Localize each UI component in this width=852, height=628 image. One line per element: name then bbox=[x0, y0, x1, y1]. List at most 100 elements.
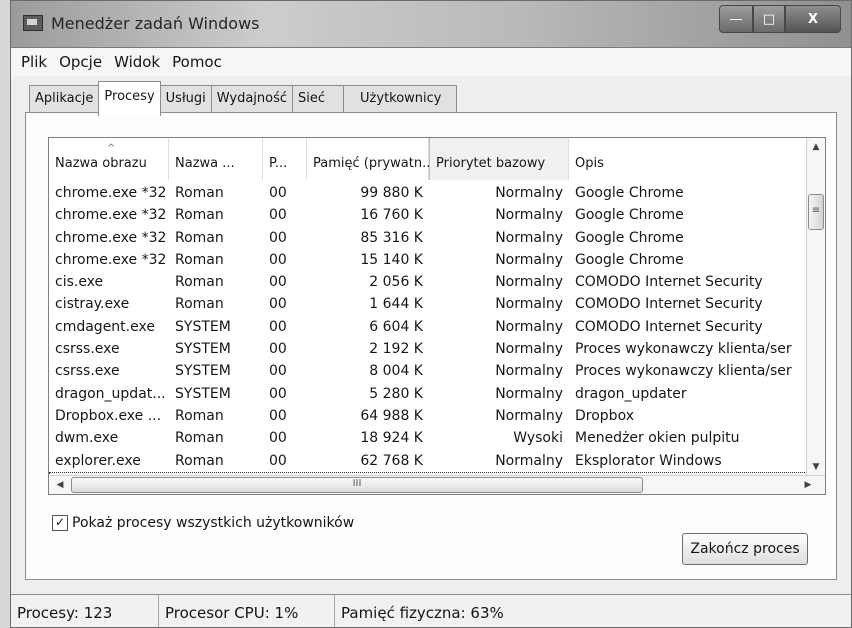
menu-options[interactable]: Opcje bbox=[53, 48, 108, 71]
process-row[interactable]: dragon_updat... SYSTEM 00 5 280 K Normalny dr… bbox=[49, 383, 807, 405]
cell-session: 00 bbox=[269, 229, 287, 246]
show-all-processes-checkbox[interactable]: ✓ bbox=[52, 515, 68, 531]
cell-priority: Normalny bbox=[495, 341, 563, 358]
cell-priority: Normalny bbox=[495, 207, 563, 224]
cell-priority: Normalny bbox=[495, 251, 563, 268]
process-row[interactable]: dwm.exe Roman 00 18 924 K Wysoki Menedżer oki… bbox=[49, 427, 807, 449]
cell-session: 00 bbox=[269, 318, 287, 335]
status-process-count: Procesy: 123 bbox=[11, 595, 159, 627]
cell-user-name: SYSTEM bbox=[175, 318, 231, 335]
end-process-button[interactable]: Zakończ proces bbox=[682, 533, 808, 565]
menu-help[interactable]: Pomoc bbox=[166, 48, 228, 71]
close-button[interactable]: X bbox=[785, 5, 841, 33]
cell-description: Google Chrome bbox=[575, 185, 684, 201]
tab-performance[interactable]: Wydajność bbox=[210, 85, 294, 114]
scroll-down-icon[interactable]: ▼ bbox=[807, 458, 825, 476]
cell-memory: 16 760 K bbox=[360, 207, 423, 224]
cell-priority: Normalny bbox=[495, 318, 563, 335]
column-description[interactable]: Opis bbox=[569, 138, 807, 180]
cell-image-name: csrss.exe bbox=[55, 341, 120, 358]
cell-image-name: chrome.exe *32 bbox=[55, 229, 167, 246]
process-row[interactable]: explorer.exe Roman 00 62 768 K Normalny Ekspl… bbox=[49, 450, 807, 472]
cell-user-name: Roman bbox=[175, 452, 224, 469]
cell-description: COMODO Internet Security bbox=[575, 296, 763, 313]
cell-user-name: Roman bbox=[175, 207, 224, 224]
process-row[interactable]: cistray.exe Roman 00 1 644 K Normalny COMODO … bbox=[49, 293, 807, 315]
menu-file[interactable]: Plik bbox=[11, 48, 53, 71]
vertical-scroll-thumb[interactable]: ≡ bbox=[808, 194, 824, 230]
cell-description: Proces wykonawczy klienta/ser bbox=[575, 341, 792, 358]
cell-description: COMODO Internet Security bbox=[575, 274, 763, 291]
menu-view[interactable]: Widok bbox=[108, 48, 166, 71]
scroll-left-icon[interactable]: ◀ bbox=[51, 476, 69, 494]
column-image-name[interactable]: ^ Nazwa obrazu bbox=[49, 138, 169, 180]
cell-description: dragon_updater bbox=[575, 385, 687, 402]
cell-user-name: SYSTEM bbox=[175, 385, 231, 402]
cell-priority: Normalny bbox=[495, 274, 563, 291]
cell-memory: 99 880 K bbox=[360, 185, 423, 201]
cell-user-name: Roman bbox=[175, 274, 224, 291]
cell-description: Google Chrome bbox=[575, 207, 684, 224]
cell-user-name: Roman bbox=[175, 251, 224, 268]
show-all-processes-label: Pokaż procesy wszystkich użytkowników bbox=[72, 515, 355, 531]
cell-image-name: Dropbox.exe ... bbox=[55, 407, 162, 424]
column-session[interactable]: P... bbox=[263, 138, 307, 180]
vertical-scrollbar[interactable]: ▲ ≡ ▼ bbox=[806, 138, 825, 476]
process-row[interactable]: chrome.exe *32 Roman 00 99 880 K Normalny Goo… bbox=[49, 182, 807, 204]
tab-processes[interactable]: Procesy bbox=[98, 81, 161, 116]
cell-description: Proces wykonawczy klienta/ser bbox=[575, 363, 792, 380]
cell-user-name: Roman bbox=[175, 229, 224, 246]
cell-description: COMODO Internet Security bbox=[575, 318, 763, 335]
maximize-button[interactable]: □ bbox=[753, 5, 785, 33]
show-all-processes-option[interactable]: ✓ Pokaż procesy wszystkich użytkowników bbox=[52, 515, 354, 531]
process-row[interactable]: chrome.exe *32 Roman 00 85 316 K Normalny Goo… bbox=[49, 227, 807, 249]
cell-memory: 64 988 K bbox=[360, 407, 423, 424]
cell-memory: 2 056 K bbox=[369, 274, 423, 291]
cell-memory: 85 316 K bbox=[360, 229, 423, 246]
horizontal-scrollbar[interactable]: ◀ III ▶ bbox=[49, 475, 825, 494]
cell-priority: Wysoki bbox=[513, 430, 563, 447]
process-row[interactable]: csrss.exe SYSTEM 00 8 004 K Normalny Proces w… bbox=[49, 360, 807, 382]
process-row[interactable]: cis.exe Roman 00 2 056 K Normalny COMODO Inte… bbox=[49, 271, 807, 293]
horizontal-scroll-thumb[interactable]: III bbox=[71, 477, 643, 493]
tab-applications[interactable]: Aplikacje bbox=[29, 85, 100, 114]
cell-user-name: Roman bbox=[175, 407, 224, 424]
cell-image-name: cmdagent.exe bbox=[55, 318, 155, 335]
cell-priority: Normalny bbox=[495, 185, 563, 201]
scroll-right-icon[interactable]: ▶ bbox=[799, 476, 817, 494]
title-bar[interactable]: Menedżer zadań Windows — □ X bbox=[11, 1, 851, 48]
tab-users[interactable]: Użytkownicy bbox=[343, 85, 457, 114]
cell-description: Menedżer okien pulpitu bbox=[575, 430, 740, 447]
cell-memory: 1 644 K bbox=[369, 296, 423, 313]
process-list[interactable]: ^ Nazwa obrazu Nazwa ... P... Pamięć (pr… bbox=[48, 137, 826, 495]
column-user-name[interactable]: Nazwa ... bbox=[169, 138, 263, 180]
menu-bar: Plik Opcje Widok Pomoc bbox=[11, 48, 851, 76]
cell-priority: Normalny bbox=[495, 363, 563, 380]
cell-memory: 2 192 K bbox=[369, 341, 423, 358]
cell-image-name: cistray.exe bbox=[55, 296, 130, 313]
cell-user-name: Roman bbox=[175, 430, 224, 447]
process-row[interactable]: Dropbox.exe ... Roman 00 64 988 K Normalny Dr… bbox=[49, 405, 807, 427]
cell-priority: Normalny bbox=[495, 452, 563, 469]
tab-services[interactable]: Usługi bbox=[159, 85, 212, 114]
process-row[interactable]: cmdagent.exe SYSTEM 00 6 604 K Normalny COMOD… bbox=[49, 316, 807, 338]
process-row[interactable]: chrome.exe *32 Roman 00 15 140 K Normalny Goo… bbox=[49, 249, 807, 271]
cell-session: 00 bbox=[269, 296, 287, 313]
scroll-up-icon[interactable]: ▲ bbox=[807, 138, 825, 156]
cell-user-name: SYSTEM bbox=[175, 341, 231, 358]
process-row[interactable]: chrome.exe *32 Roman 00 16 760 K Normalny Goo… bbox=[49, 204, 807, 226]
cell-memory: 18 924 K bbox=[360, 430, 423, 447]
status-bar: Procesy: 123 Procesor CPU: 1% Pamięć fiz… bbox=[11, 594, 851, 627]
tab-network[interactable]: Sieć bbox=[292, 85, 345, 114]
status-cpu-usage: Procesor CPU: 1% bbox=[159, 595, 335, 627]
cell-image-name: chrome.exe *32 bbox=[55, 251, 167, 268]
process-row[interactable]: csrss.exe SYSTEM 00 2 192 K Normalny Proces w… bbox=[49, 338, 807, 360]
cell-image-name: dragon_updat... bbox=[55, 385, 166, 402]
column-headers: ^ Nazwa obrazu Nazwa ... P... Pamięć (pr… bbox=[49, 138, 807, 180]
window-title: Menedżer zadań Windows bbox=[51, 14, 260, 33]
column-base-priority[interactable]: Priorytet bazowy bbox=[429, 138, 569, 180]
cell-session: 00 bbox=[269, 341, 287, 358]
cell-memory: 15 140 K bbox=[360, 251, 423, 268]
column-memory[interactable]: Pamięć (prywatn... bbox=[307, 138, 434, 180]
minimize-button[interactable]: — bbox=[719, 5, 753, 33]
